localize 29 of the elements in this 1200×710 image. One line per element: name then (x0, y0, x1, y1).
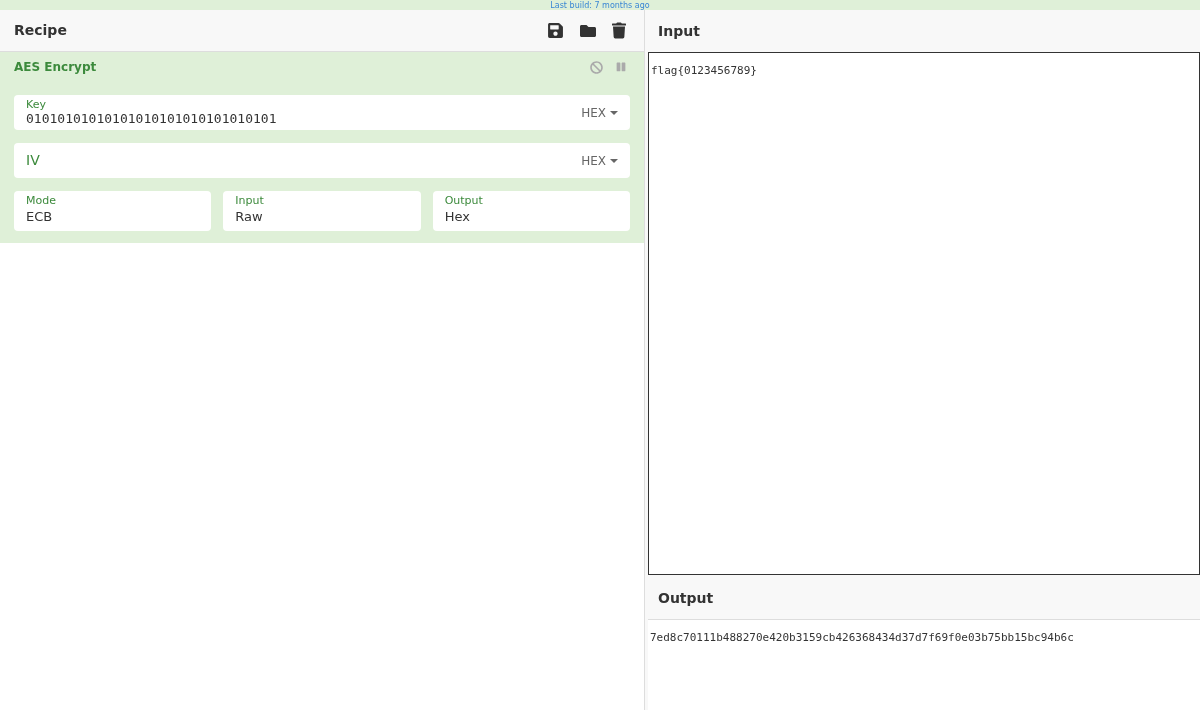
field-value: ECB (26, 208, 54, 226)
build-info: Last build: 7 months ago (550, 1, 650, 10)
caret-icon (610, 110, 618, 115)
key-field[interactable]: IV HEX (14, 143, 630, 178)
output-text: 7ed8c70111b488270e420b3159cb426368434d37d7f69f0e03b75bb15bc94b6c (650, 631, 1074, 644)
operation-title: AES Encrypt (14, 59, 98, 76)
save-icon[interactable] (547, 22, 564, 39)
panel-title: Input (658, 21, 700, 41)
field-value: 01010101010101010101010101010101 (26, 110, 278, 127)
input-textarea[interactable]: flag{0123456789} (648, 52, 1200, 575)
field-label: IV (26, 151, 41, 170)
field-label: Key (26, 98, 47, 111)
option-field[interactable]: Input Raw (223, 191, 421, 231)
key-field[interactable]: Key 01010101010101010101010101010101 HEX (14, 95, 630, 130)
field-label: Input (235, 195, 265, 207)
panel-title: Output (658, 589, 714, 608)
field-label: Output (444, 195, 484, 207)
field-value: Raw (235, 208, 264, 226)
input-text: flag{0123456789} (651, 64, 757, 77)
option-field[interactable]: Mode ECB (14, 191, 212, 231)
panel-title: Recipe (14, 21, 68, 40)
field-label: Mode (26, 195, 57, 207)
format-dropdown[interactable]: HEX (581, 103, 618, 122)
caret-icon (610, 158, 618, 163)
field-value: Hex (444, 208, 471, 226)
trash-icon[interactable] (612, 22, 626, 39)
format-dropdown[interactable]: HEX (581, 151, 618, 170)
folder-icon[interactable] (579, 22, 597, 39)
option-field[interactable]: Output Hex (432, 191, 630, 231)
